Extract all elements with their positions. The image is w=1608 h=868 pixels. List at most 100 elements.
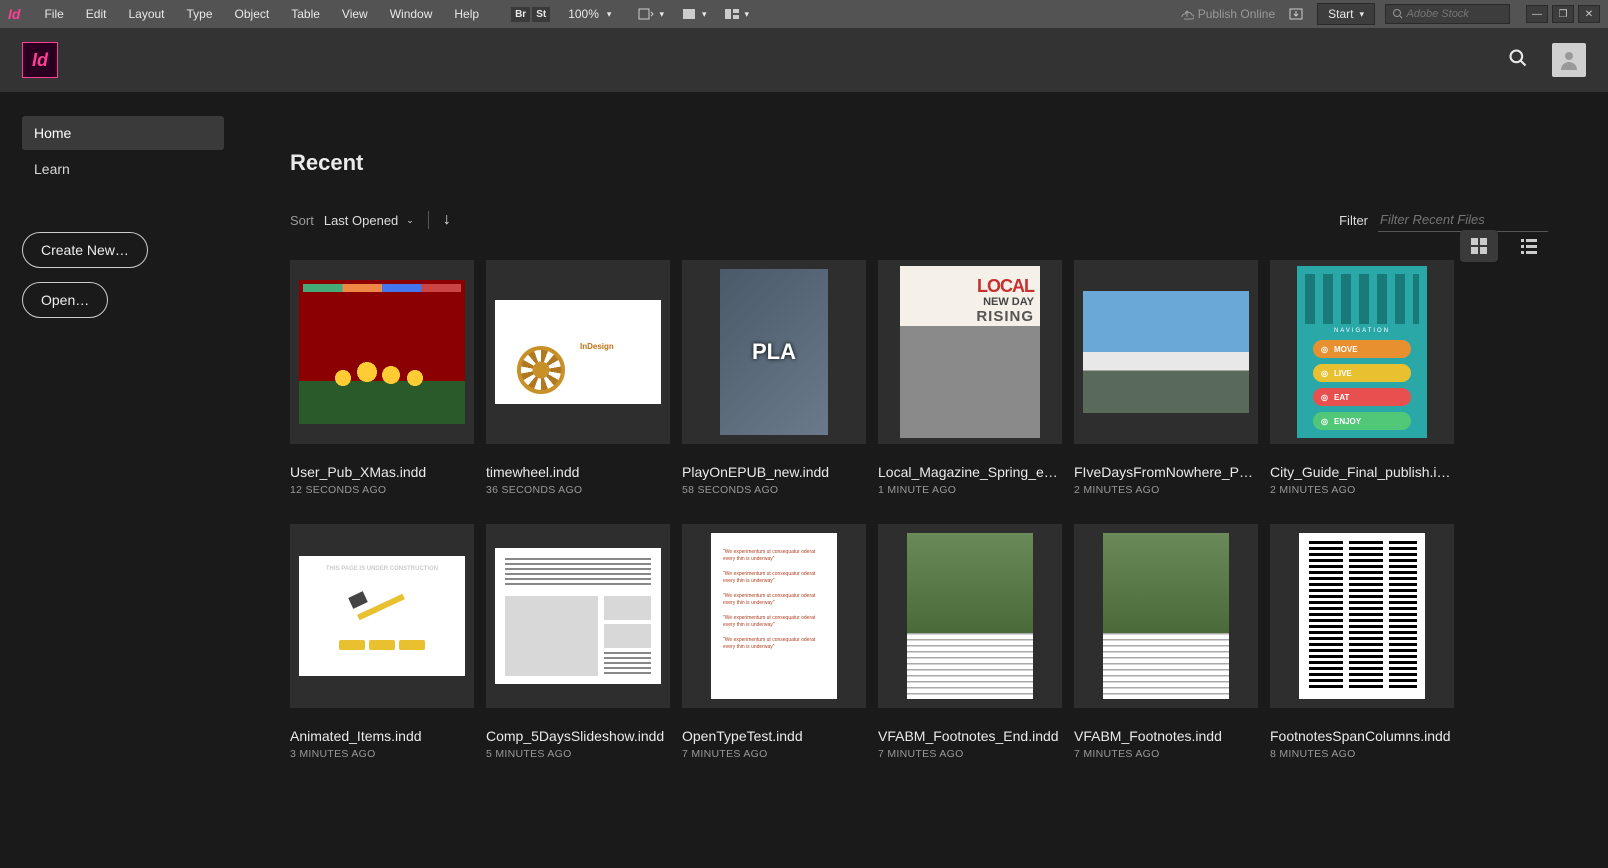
menu-object[interactable]: Object: [225, 3, 280, 25]
maximize-button[interactable]: ❐: [1552, 5, 1574, 23]
zoom-dropdown[interactable]: 100% ▾: [568, 7, 611, 21]
search-icon: [1392, 8, 1402, 20]
chevron-down-icon: ⌄: [406, 215, 414, 226]
main-content: Recent Sort Last Opened ⌄ ↓ Filter User_…: [246, 92, 1608, 868]
recent-file-card[interactable]: "We experimentum ut consequatur oderat e…: [682, 524, 866, 760]
search-icon: [1508, 48, 1528, 68]
menu-type[interactable]: Type: [177, 3, 223, 25]
file-thumbnail: NAVIGATION MOVE LIVE EAT ENJOY: [1270, 260, 1454, 444]
window-controls: — ❐ ✕: [1526, 5, 1600, 23]
recent-file-card[interactable]: THIS PAGE IS UNDER CONSTRUCTION Animated…: [290, 524, 474, 760]
recent-file-card[interactable]: User_Pub_XMas.indd 12 seconds ago: [290, 260, 474, 496]
menu-file[interactable]: File: [34, 3, 73, 25]
create-new-button[interactable]: Create New…: [22, 232, 148, 268]
grid-icon: [1470, 237, 1488, 255]
sync-icon[interactable]: [1285, 5, 1307, 23]
recent-file-card[interactable]: FootnotesSpanColumns.indd 8 minutes ago: [1270, 524, 1454, 760]
open-button[interactable]: Open…: [22, 282, 108, 318]
file-timestamp: 7 minutes ago: [682, 748, 866, 760]
file-name: Comp_5DaysSlideshow.indd: [486, 728, 670, 744]
file-timestamp: 7 minutes ago: [878, 748, 1062, 760]
file-name: VFABM_Footnotes_End.indd: [878, 728, 1062, 744]
app-menubar: Id File Edit Layout Type Object Table Vi…: [0, 0, 1608, 28]
divider: [428, 211, 429, 229]
sidebar: Home Learn Create New… Open…: [0, 92, 246, 868]
recent-file-card[interactable]: LOCALNEW DAYRISING Local_Magazine_Spring…: [878, 260, 1062, 496]
file-timestamp: 8 minutes ago: [1270, 748, 1454, 760]
workspace-switcher[interactable]: Start ▾: [1317, 3, 1375, 25]
file-name: FootnotesSpanColumns.indd: [1270, 728, 1454, 744]
user-icon: [1557, 48, 1581, 72]
menu-view[interactable]: View: [332, 3, 378, 25]
file-timestamp: 5 minutes ago: [486, 748, 670, 760]
sidebar-item-learn[interactable]: Learn: [22, 152, 224, 186]
recent-file-card[interactable]: NAVIGATION MOVE LIVE EAT ENJOY City_Guid…: [1270, 260, 1454, 496]
chevron-down-icon[interactable]: ▾: [745, 9, 750, 20]
page-title: Recent: [290, 150, 1548, 176]
file-name: City_Guide_Final_publish.indd: [1270, 464, 1454, 480]
file-timestamp: 1 minute ago: [878, 484, 1062, 496]
stock-search-input[interactable]: [1406, 8, 1503, 20]
chevron-down-icon: ▾: [1359, 9, 1364, 20]
recent-files-grid: User_Pub_XMas.indd 12 seconds ago timewh…: [290, 260, 1548, 760]
view-options-icon[interactable]: [635, 5, 657, 23]
stock-icon[interactable]: St: [532, 7, 550, 22]
zoom-value: 100%: [568, 7, 599, 21]
file-timestamp: 2 minutes ago: [1074, 484, 1258, 496]
file-thumbnail: [290, 260, 474, 444]
bridge-icon[interactable]: Br: [511, 7, 530, 22]
recent-file-card[interactable]: VFABM_Footnotes_End.indd 7 minutes ago: [878, 524, 1062, 760]
chevron-down-icon[interactable]: ▾: [702, 9, 707, 20]
filter-input[interactable]: [1378, 208, 1548, 232]
file-thumbnail: "We experimentum ut consequatur oderat e…: [682, 524, 866, 708]
cloud-upload-icon: [1180, 7, 1194, 21]
minimize-button[interactable]: —: [1526, 5, 1548, 23]
file-timestamp: 3 minutes ago: [290, 748, 474, 760]
close-button[interactable]: ✕: [1578, 5, 1600, 23]
file-name: timewheel.indd: [486, 464, 670, 480]
arrange-icon[interactable]: [721, 5, 743, 23]
menu-table[interactable]: Table: [281, 3, 330, 25]
recent-file-card[interactable]: VFABM_Footnotes.indd 7 minutes ago: [1074, 524, 1258, 760]
menu-edit[interactable]: Edit: [76, 3, 117, 25]
screen-mode-icon[interactable]: [678, 5, 700, 23]
sort-dropdown[interactable]: Last Opened ⌄: [324, 213, 414, 228]
publish-online-button[interactable]: Publish Online: [1180, 7, 1275, 21]
file-name: FIveDaysFromNowhere_Publish…: [1074, 464, 1258, 480]
list-icon: [1520, 237, 1538, 255]
app-logo-small: Id: [8, 6, 20, 22]
user-avatar[interactable]: [1552, 43, 1586, 77]
recent-file-card[interactable]: timewheel.indd 36 seconds ago: [486, 260, 670, 496]
file-name: Animated_Items.indd: [290, 728, 474, 744]
list-view-button[interactable]: [1510, 230, 1548, 262]
recent-file-card[interactable]: FIveDaysFromNowhere_Publish… 2 minutes a…: [1074, 260, 1258, 496]
sort-direction-button[interactable]: ↓: [443, 211, 451, 229]
file-timestamp: 36 seconds ago: [486, 484, 670, 496]
adobe-stock-search[interactable]: [1385, 4, 1510, 24]
grid-view-button[interactable]: [1460, 230, 1498, 262]
file-thumbnail: LOCALNEW DAYRISING: [878, 260, 1062, 444]
file-name: Local_Magazine_Spring_end_n…: [878, 464, 1062, 480]
menu-help[interactable]: Help: [444, 3, 489, 25]
file-name: OpenTypeTest.indd: [682, 728, 866, 744]
chevron-down-icon[interactable]: ▾: [659, 9, 664, 20]
menu-window[interactable]: Window: [380, 3, 443, 25]
file-thumbnail: [486, 260, 670, 444]
app-logo-large: Id: [22, 42, 58, 78]
file-timestamp: 7 minutes ago: [1074, 748, 1258, 760]
recent-file-card[interactable]: Comp_5DaysSlideshow.indd 5 minutes ago: [486, 524, 670, 760]
search-button[interactable]: [1508, 48, 1528, 73]
file-name: VFABM_Footnotes.indd: [1074, 728, 1258, 744]
recent-file-card[interactable]: PLA PlayOnEPUB_new.indd 58 seconds ago: [682, 260, 866, 496]
file-thumbnail: [878, 524, 1062, 708]
filter-label: Filter: [1339, 213, 1368, 228]
sidebar-item-home[interactable]: Home: [22, 116, 224, 150]
file-timestamp: 12 seconds ago: [290, 484, 474, 496]
file-thumbnail: [486, 524, 670, 708]
menu-layout[interactable]: Layout: [118, 3, 174, 25]
file-thumbnail: [1074, 260, 1258, 444]
file-thumbnail: [1270, 524, 1454, 708]
home-header: Id: [0, 28, 1608, 92]
file-name: PlayOnEPUB_new.indd: [682, 464, 866, 480]
file-thumbnail: THIS PAGE IS UNDER CONSTRUCTION: [290, 524, 474, 708]
